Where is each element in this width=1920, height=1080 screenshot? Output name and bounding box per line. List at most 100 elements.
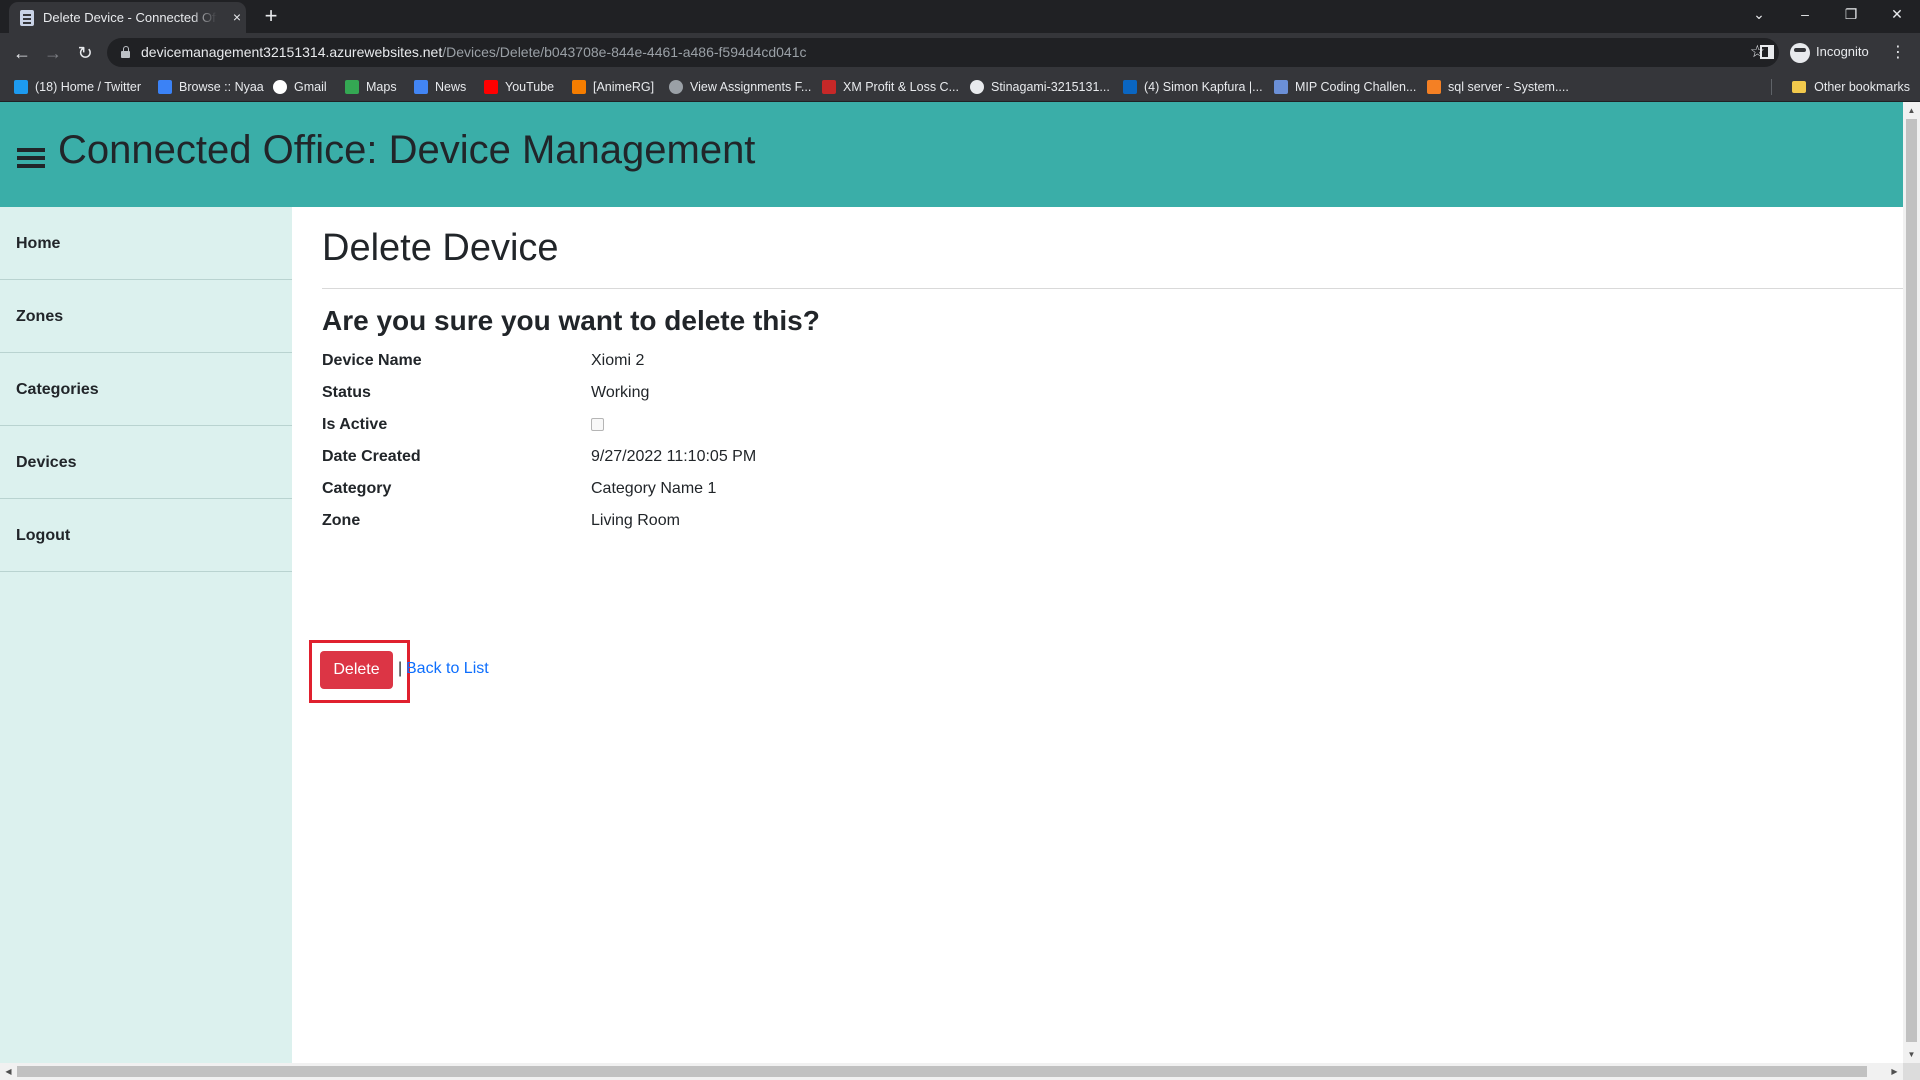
scroll-up-arrow-icon[interactable]: ▲ xyxy=(1903,102,1920,119)
back-button[interactable]: ← xyxy=(8,39,36,67)
category-label: Category xyxy=(322,480,392,497)
app-title: Connected Office: Device Management xyxy=(58,128,756,172)
tab-close-icon[interactable]: × xyxy=(229,8,245,26)
bookmark-item[interactable]: MIP Coding Challen... xyxy=(1274,78,1416,96)
youtube-icon xyxy=(484,80,498,94)
page-favicon-icon xyxy=(20,10,34,26)
bookmark-item[interactable]: (4) Simon Kapfura |... xyxy=(1123,78,1263,96)
bookmark-item[interactable]: Stinagami-3215131... xyxy=(970,78,1110,96)
detail-row-zone: Zone Living Room xyxy=(322,507,1122,539)
detail-row-device-name: Device Name Xiomi 2 xyxy=(322,347,1122,379)
bookmark-item[interactable]: XM Profit & Loss C... xyxy=(822,78,959,96)
close-window-button[interactable]: ✕ xyxy=(1874,0,1920,30)
horizontal-scroll-thumb[interactable] xyxy=(17,1066,1867,1077)
detail-row-date-created: Date Created 9/27/2022 11:10:05 PM xyxy=(322,443,1122,475)
delete-button[interactable]: Delete xyxy=(320,651,393,689)
restore-button[interactable]: ❐ xyxy=(1828,0,1874,30)
status-value: Working xyxy=(591,384,650,401)
bookmark-label: View Assignments F... xyxy=(690,80,812,94)
zone-label: Zone xyxy=(322,512,361,529)
incognito-profile-button[interactable]: Incognito xyxy=(1790,39,1869,65)
bookmark-label: (4) Simon Kapfura |... xyxy=(1144,80,1263,94)
bookmark-label: sql server - System.... xyxy=(1448,80,1569,94)
stackoverflow-icon xyxy=(1427,80,1441,94)
new-tab-button[interactable]: + xyxy=(258,4,284,30)
nyaa-icon xyxy=(158,80,172,94)
blogger-icon xyxy=(572,80,586,94)
device-details: Device Name Xiomi 2 Status Working Is Ac… xyxy=(322,347,1122,539)
browser-menu-icon[interactable]: ⋮ xyxy=(1890,42,1906,62)
detail-row-status: Status Working xyxy=(322,379,1122,411)
scroll-down-arrow-icon[interactable]: ▼ xyxy=(1903,1046,1920,1063)
back-to-list-link[interactable]: Back to List xyxy=(406,660,489,678)
bookmark-label: News xyxy=(435,80,467,94)
date-created-label: Date Created xyxy=(322,448,421,465)
page-viewport: Connected Office: Device Management Home… xyxy=(0,102,1903,1063)
sidebar-item-zones[interactable]: Zones xyxy=(0,280,292,353)
other-bookmarks-label: Other bookmarks xyxy=(1814,80,1910,94)
vertical-scrollbar[interactable]: ▲ ▼ xyxy=(1903,102,1920,1063)
minimize-button[interactable]: – xyxy=(1782,0,1828,30)
bookmark-item[interactable]: (18) Home / Twitter xyxy=(14,78,141,96)
horizontal-scrollbar[interactable]: ◀ ▶ xyxy=(0,1063,1903,1080)
scroll-right-arrow-icon[interactable]: ▶ xyxy=(1886,1063,1903,1080)
globe-icon xyxy=(669,80,683,94)
device-name-value: Xiomi 2 xyxy=(591,352,645,369)
bookmark-label: Maps xyxy=(366,80,397,94)
reload-button[interactable]: ↻ xyxy=(71,39,99,67)
bookmark-item[interactable]: News xyxy=(414,78,466,96)
bookmark-item[interactable]: Maps xyxy=(345,78,397,96)
incognito-icon xyxy=(1790,42,1810,63)
category-value: Category Name 1 xyxy=(591,480,717,497)
is-active-checkbox xyxy=(591,418,604,431)
sidebar-item-categories[interactable]: Categories xyxy=(0,353,292,426)
browser-tab[interactable]: Delete Device - Connected Office: Device… xyxy=(9,2,246,33)
url-text[interactable]: devicemanagement32151314.azurewebsites.n… xyxy=(141,44,807,60)
detail-row-category: Category Category Name 1 xyxy=(322,475,1122,507)
bookmarks-bar: (18) Home / Twitter Browse :: Nyaa Gmail Ma… xyxy=(0,71,1920,102)
sidebar-item-devices[interactable]: Devices xyxy=(0,426,292,499)
bookmark-item[interactable]: Gmail xyxy=(273,78,327,96)
bookmark-label: (18) Home / Twitter xyxy=(35,80,142,94)
bookmark-label: MIP Coding Challen... xyxy=(1295,80,1417,94)
linkedin-icon xyxy=(1123,80,1137,94)
bookmark-label: Gmail xyxy=(294,80,327,94)
folder-icon xyxy=(1792,81,1807,93)
scrollbar-corner xyxy=(1903,1063,1920,1080)
divider xyxy=(322,288,1903,289)
side-panel-icon[interactable] xyxy=(1760,45,1774,59)
tab-strip: Delete Device - Connected Office: Device… xyxy=(0,0,1920,33)
hamburger-menu-icon[interactable] xyxy=(17,148,45,168)
scroll-left-arrow-icon[interactable]: ◀ xyxy=(0,1063,17,1080)
mip-icon xyxy=(1274,80,1288,94)
address-bar[interactable]: devicemanagement32151314.azurewebsites.n… xyxy=(107,38,1779,67)
is-active-value xyxy=(591,416,604,436)
bookmark-item[interactable]: sql server - System.... xyxy=(1427,78,1569,96)
maps-icon xyxy=(345,80,359,94)
bookmark-item[interactable]: View Assignments F... xyxy=(669,78,811,96)
zone-value: Living Room xyxy=(591,512,680,529)
app-header: Connected Office: Device Management xyxy=(0,102,1903,207)
other-bookmarks-button[interactable]: Other bookmarks xyxy=(1792,78,1910,96)
incognito-label: Incognito xyxy=(1816,44,1869,59)
device-name-label: Device Name xyxy=(322,352,422,369)
page-title: Delete Device xyxy=(322,227,559,269)
bookmark-item[interactable]: [AnimeRG] xyxy=(572,78,654,96)
twitter-icon xyxy=(14,80,28,94)
bookmark-item[interactable]: YouTube xyxy=(484,78,554,96)
bookmark-item[interactable]: Browse :: Nyaa xyxy=(158,78,264,96)
sidebar-item-home[interactable]: Home xyxy=(0,207,292,280)
bookmark-label: Stinagami-3215131... xyxy=(991,80,1110,94)
tab-search-button[interactable]: ⌄ xyxy=(1736,0,1782,30)
lock-icon[interactable] xyxy=(121,46,130,58)
github-icon xyxy=(970,80,984,94)
bookmark-label: [AnimeRG] xyxy=(593,80,655,94)
sidebar-item-logout[interactable]: Logout xyxy=(0,499,292,572)
vertical-scroll-thumb[interactable] xyxy=(1906,119,1917,1042)
confirm-question: Are you sure you want to delete this? xyxy=(322,305,820,336)
bookmark-label: YouTube xyxy=(505,80,555,94)
url-path: /Devices/Delete/b043708e-844e-4461-a486-… xyxy=(442,44,807,60)
bookmark-label: Browse :: Nyaa xyxy=(179,80,264,94)
news-icon xyxy=(414,80,428,94)
forward-button[interactable]: → xyxy=(39,39,67,67)
